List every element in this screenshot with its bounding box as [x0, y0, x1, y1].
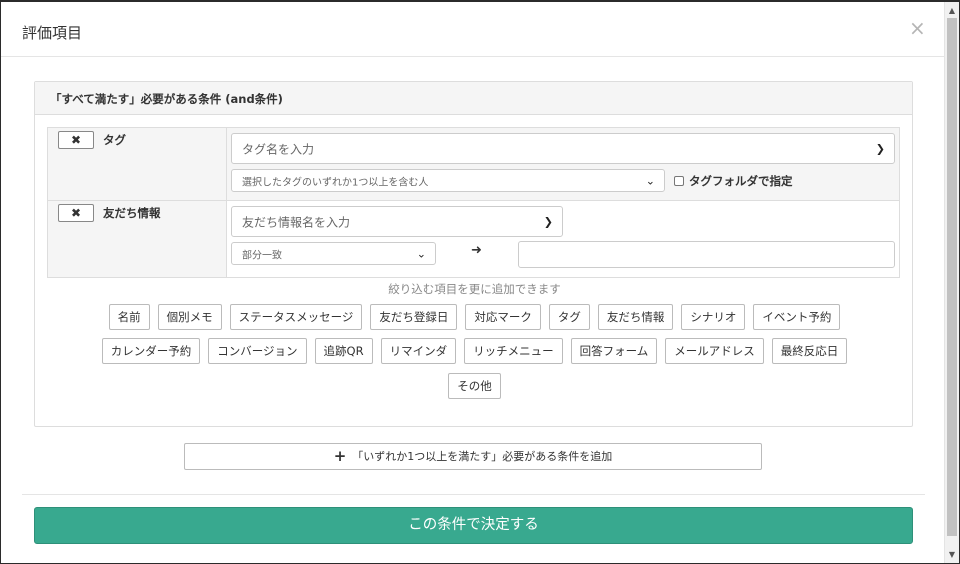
add-or-condition-button[interactable]: + 「いずれか1つ以上を満たす」必要がある条件を追加	[184, 443, 762, 470]
chip-row: カレンダー予約 コンバージョン 追跡QR リマインダ リッチメニュー 回答フォーム メールア…	[35, 338, 914, 364]
friend-value-input[interactable]	[518, 241, 895, 268]
chevron-down-icon: ❯	[875, 142, 885, 155]
chevron-down-icon: ❯	[543, 215, 553, 228]
filter-chip[interactable]: 回答フォーム	[570, 338, 658, 364]
filter-chip[interactable]: 最終反応日	[771, 338, 848, 364]
condition-row-friend: ✖ 友だち情報 友だち情報名を入力 ❯ 部分一致 ⌄ ➜	[48, 201, 899, 277]
filter-chip[interactable]: 追跡QR	[314, 338, 373, 364]
filter-chip[interactable]: 個別メモ	[157, 304, 222, 330]
tag-name-select[interactable]: タグ名を入力 ❯	[231, 133, 895, 164]
select-placeholder: 友だち情報名を入力	[242, 215, 351, 229]
select-placeholder: タグ名を入力	[242, 142, 315, 156]
chip-row: 名前 個別メモ ステータスメッセージ 友だち登録日 対応マーク タグ 友だち情報 シナリオ イベ…	[35, 304, 914, 330]
remove-friend-condition-button[interactable]: ✖	[58, 204, 94, 222]
filter-chip[interactable]: 対応マーク	[465, 304, 541, 330]
scrollbar[interactable]: ▲ ▼	[944, 2, 959, 563]
conditions-table: ✖ タグ タグ名を入力 ❯ 選択したタグのいずれか1つ以上を含む人 ⌄ タグフォ…	[47, 127, 900, 278]
plus-icon: +	[333, 447, 347, 465]
friend-match-select[interactable]: 部分一致 ⌄	[231, 242, 436, 265]
filter-chip[interactable]: その他	[448, 373, 501, 399]
panel-heading: 「すべて満たす」必要がある条件 (and条件)	[35, 82, 912, 115]
and-conditions-panel: 「すべて満たす」必要がある条件 (and条件) ✖ タグ タグ名を入力 ❯ 選択…	[34, 81, 913, 427]
add-filter-hint: 絞り込む項目を更に追加できます	[388, 282, 561, 296]
scroll-down-icon[interactable]: ▼	[945, 548, 959, 562]
condition-row-tag: ✖ タグ タグ名を入力 ❯ 選択したタグのいずれか1つ以上を含む人 ⌄ タグフォ…	[48, 128, 899, 201]
remove-tag-condition-button[interactable]: ✖	[58, 131, 94, 149]
scroll-thumb[interactable]	[947, 18, 957, 536]
filter-chip[interactable]: イベント予約	[753, 304, 841, 330]
filter-chip[interactable]: 友だち情報	[597, 304, 674, 330]
filter-chip[interactable]: 名前	[108, 304, 150, 330]
filter-chip[interactable]: カレンダー予約	[101, 338, 201, 364]
add-or-condition-label: 「いずれか1つ以上を満たす」必要がある条件を追加	[352, 450, 613, 463]
filter-chip[interactable]: コンバージョン	[208, 338, 307, 364]
filter-chip[interactable]: シナリオ	[681, 304, 746, 330]
close-icon[interactable]: ×	[909, 16, 926, 40]
select-value: 選択したタグのいずれか1つ以上を含む人	[242, 177, 429, 188]
condition-label-cell: ✖ タグ	[48, 128, 227, 200]
arrow-right-icon: ➜	[471, 243, 482, 258]
select-value: 部分一致	[242, 250, 282, 261]
scroll-up-icon[interactable]: ▲	[945, 4, 959, 18]
tag-folder-option[interactable]: タグフォルダで指定	[674, 173, 793, 189]
divider	[22, 494, 925, 495]
condition-label: タグ	[103, 133, 126, 147]
filter-chip[interactable]: 友だち登録日	[370, 304, 458, 330]
chevron-down-icon: ⌄	[416, 247, 426, 260]
condition-body: 友だち情報名を入力 ❯ 部分一致 ⌄ ➜	[227, 201, 899, 277]
chip-row: その他	[35, 373, 914, 399]
tag-folder-checkbox[interactable]	[674, 176, 684, 186]
modal-title: 評価項目	[22, 24, 83, 42]
modal-dialog: 評価項目 × ▲ ▼ 「すべて満たす」必要がある条件 (and条件) ✖ タグ …	[0, 0, 960, 564]
condition-body: タグ名を入力 ❯ 選択したタグのいずれか1つ以上を含む人 ⌄ タグフォルダで指定	[227, 128, 899, 200]
filter-chip[interactable]: ステータスメッセージ	[229, 304, 363, 330]
filter-chip[interactable]: メールアドレス	[665, 338, 764, 364]
chevron-down-icon: ⌄	[645, 174, 655, 187]
tag-folder-label: タグフォルダで指定	[689, 174, 793, 188]
submit-button[interactable]: この条件で決定する	[34, 507, 913, 544]
condition-label: 友だち情報	[103, 206, 161, 220]
tag-match-select[interactable]: 選択したタグのいずれか1つ以上を含む人 ⌄	[231, 169, 665, 192]
filter-chip[interactable]: タグ	[548, 304, 590, 330]
friend-info-select[interactable]: 友だち情報名を入力 ❯	[231, 206, 563, 237]
filter-chip[interactable]: リマインダ	[380, 338, 457, 364]
condition-label-cell: ✖ 友だち情報	[48, 201, 227, 277]
modal-header: 評価項目 ×	[1, 2, 944, 57]
filter-chip[interactable]: リッチメニュー	[464, 338, 563, 364]
